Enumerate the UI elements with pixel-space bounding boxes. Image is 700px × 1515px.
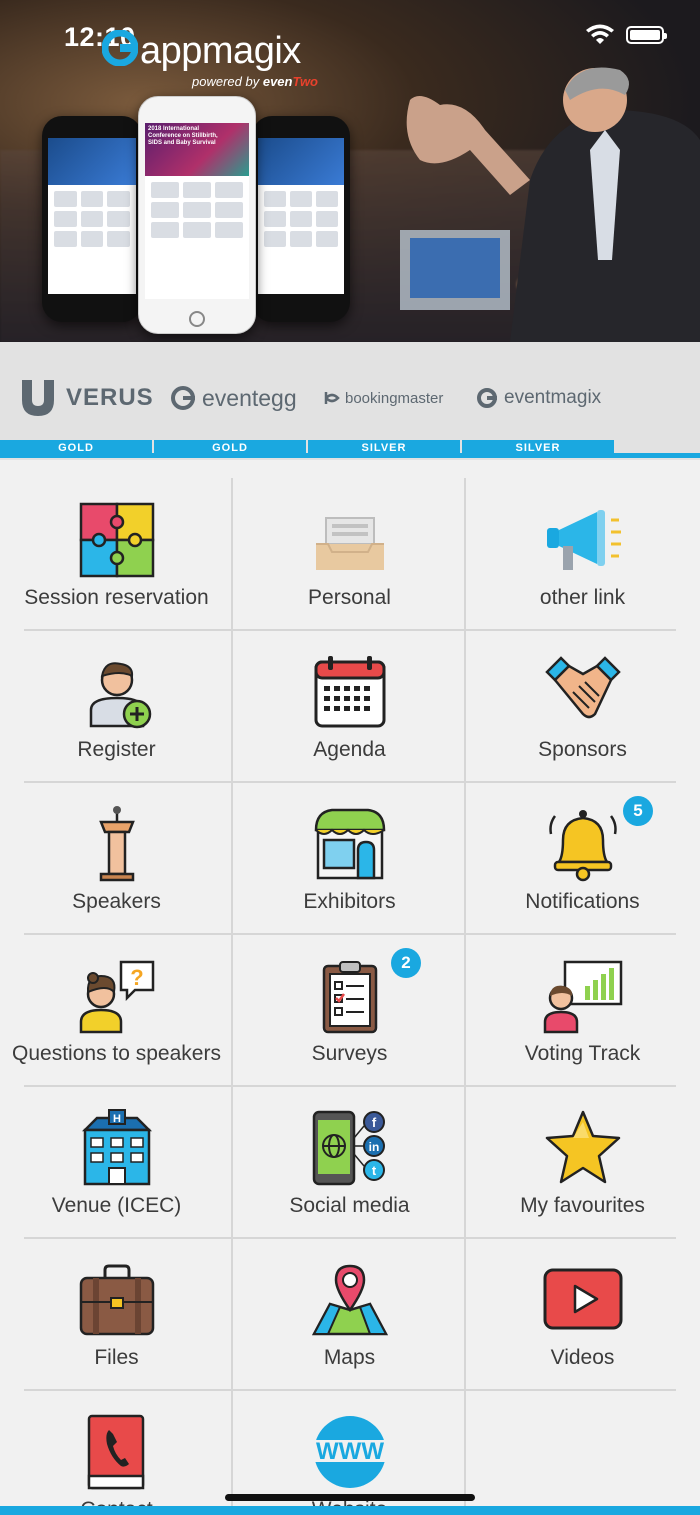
tile-label: Social media (289, 1194, 410, 1217)
tier-badge: SILVER (308, 440, 460, 456)
menu-tile-personal[interactable]: Personal (233, 478, 466, 630)
social-phone-icon: f in t (312, 1110, 385, 1186)
tile-label: Exhibitors (303, 890, 396, 913)
clipboard-icon (322, 961, 377, 1034)
menu-tile-session-reservation[interactable]: Session reservation (0, 478, 233, 630)
menu-tile-surveys[interactable]: Surveys 2 (233, 934, 466, 1086)
tile-label: other link (539, 586, 626, 609)
podium-icon (98, 806, 135, 882)
menu-tile-sponsors[interactable]: Sponsors (466, 630, 699, 782)
map-pin-icon (311, 1264, 388, 1336)
bell-icon (548, 810, 617, 882)
menu-tile-files[interactable]: Files (0, 1238, 233, 1390)
svg-text:in: in (368, 1140, 379, 1154)
eventegg-logo-icon (171, 386, 195, 410)
tile-label: Speakers (72, 890, 161, 913)
sponsor-tier-row: GOLD GOLD SILVER SILVER (0, 440, 700, 458)
tile-label: Maps (323, 1346, 376, 1369)
tier-badge: SILVER (462, 440, 614, 456)
wifi-icon (586, 24, 614, 44)
menu-tile-speakers[interactable]: Speakers (0, 782, 233, 934)
menu-tile-my-favourites[interactable]: My favourites (466, 1086, 699, 1238)
menu-tile-voting-track[interactable]: Voting Track (466, 934, 699, 1086)
tile-label: Venue (ICEC) (51, 1194, 182, 1217)
tile-label: Session reservation (24, 586, 209, 609)
phone-center-title: 2018 International Conference on Stillbi… (148, 126, 218, 146)
hotel-icon: H (81, 1109, 152, 1186)
bookingmaster-logo-icon (324, 392, 340, 404)
storefront-icon (314, 808, 385, 880)
svg-text:f: f (371, 1115, 376, 1130)
status-icons (586, 24, 667, 46)
menu-tile-maps[interactable]: Maps (233, 1238, 466, 1390)
sponsor-logo-eventegg[interactable]: eventegg (170, 376, 297, 420)
speaker-photo (400, 67, 700, 342)
svg-text:?: ? (130, 965, 143, 990)
briefcase-icon (79, 1264, 154, 1336)
tile-label: My favourites (520, 1194, 645, 1217)
sponsor-logo-eventmagix[interactable]: eventmagix (476, 376, 601, 420)
tile-label: Files (94, 1346, 139, 1369)
hero-banner: 12:10 appmagix powered by evenTwo 2018 I… (0, 0, 700, 342)
bottom-accent-bar (0, 1506, 700, 1515)
svg-text:WWW: WWW (316, 1438, 384, 1465)
menu-tile-register[interactable]: Register (0, 630, 233, 782)
logo-mark-icon (102, 30, 138, 66)
logo-tagline: powered by evenTwo (192, 74, 318, 89)
notification-count-badge: 5 (623, 796, 653, 826)
www-globe-icon: WWW (309, 1416, 390, 1488)
tile-label: Register (77, 738, 156, 761)
play-video-icon (543, 1268, 622, 1330)
tile-label: Surveys (311, 1042, 388, 1065)
user-add-icon (89, 662, 151, 729)
menu-tile-notifications[interactable]: Notifications 5 (466, 782, 699, 934)
menu-tile-website[interactable]: WWW Website (233, 1390, 466, 1508)
tier-badge: GOLD (154, 440, 306, 456)
tile-label: Voting Track (524, 1042, 641, 1065)
home-indicator[interactable] (225, 1494, 475, 1501)
tile-label: Sponsors (538, 738, 627, 761)
battery-icon (626, 26, 667, 44)
presentation-chart-icon (543, 960, 622, 1034)
sponsor-logo-verus[interactable]: VERUS (18, 376, 154, 420)
tile-label: Notifications (525, 890, 640, 913)
inbox-drawer-icon (315, 517, 384, 570)
tier-badge: GOLD (0, 440, 152, 456)
phone-mockup-right (252, 116, 350, 322)
puzzle-icon (79, 502, 154, 578)
question-person-icon: ? (79, 960, 154, 1034)
menu-tile-other-link[interactable]: other link (466, 478, 699, 630)
eventmagix-logo-icon (477, 388, 497, 408)
logo-text: appmagix (140, 30, 301, 72)
menu-tile-social-media[interactable]: f in t Social media (233, 1086, 466, 1238)
handshake-icon (544, 656, 621, 719)
menu-tile-agenda[interactable]: Agenda (233, 630, 466, 782)
calendar-icon (314, 656, 385, 728)
tile-label: Questions to speakers (12, 1042, 221, 1065)
menu-tile-contact[interactable]: Contact (0, 1390, 233, 1508)
survey-count-badge: 2 (391, 948, 421, 978)
menu-tile-questions-to-speakers[interactable]: ? Questions to speakers (0, 934, 233, 1086)
phone-mockup-left (42, 116, 142, 322)
phone-mockup-center: 2018 International Conference on Stillbi… (138, 96, 256, 334)
tile-label: Videos (550, 1346, 615, 1369)
svg-text:H: H (113, 1113, 121, 1125)
megaphone-icon (546, 510, 621, 570)
star-icon (545, 1110, 620, 1184)
verus-logo-icon (22, 380, 54, 416)
menu-tile-exhibitors[interactable]: Exhibitors (233, 782, 466, 934)
phone-book-icon (87, 1414, 144, 1490)
tile-label: Agenda (313, 738, 386, 761)
menu-tile-videos[interactable]: Videos (466, 1238, 699, 1390)
sponsor-logo-bookingmaster[interactable]: bookingmaster (323, 376, 443, 420)
tile-label: Personal (308, 586, 391, 609)
svg-text:t: t (371, 1163, 376, 1178)
menu-tile-venue[interactable]: H Venue (ICEC) (0, 1086, 233, 1238)
